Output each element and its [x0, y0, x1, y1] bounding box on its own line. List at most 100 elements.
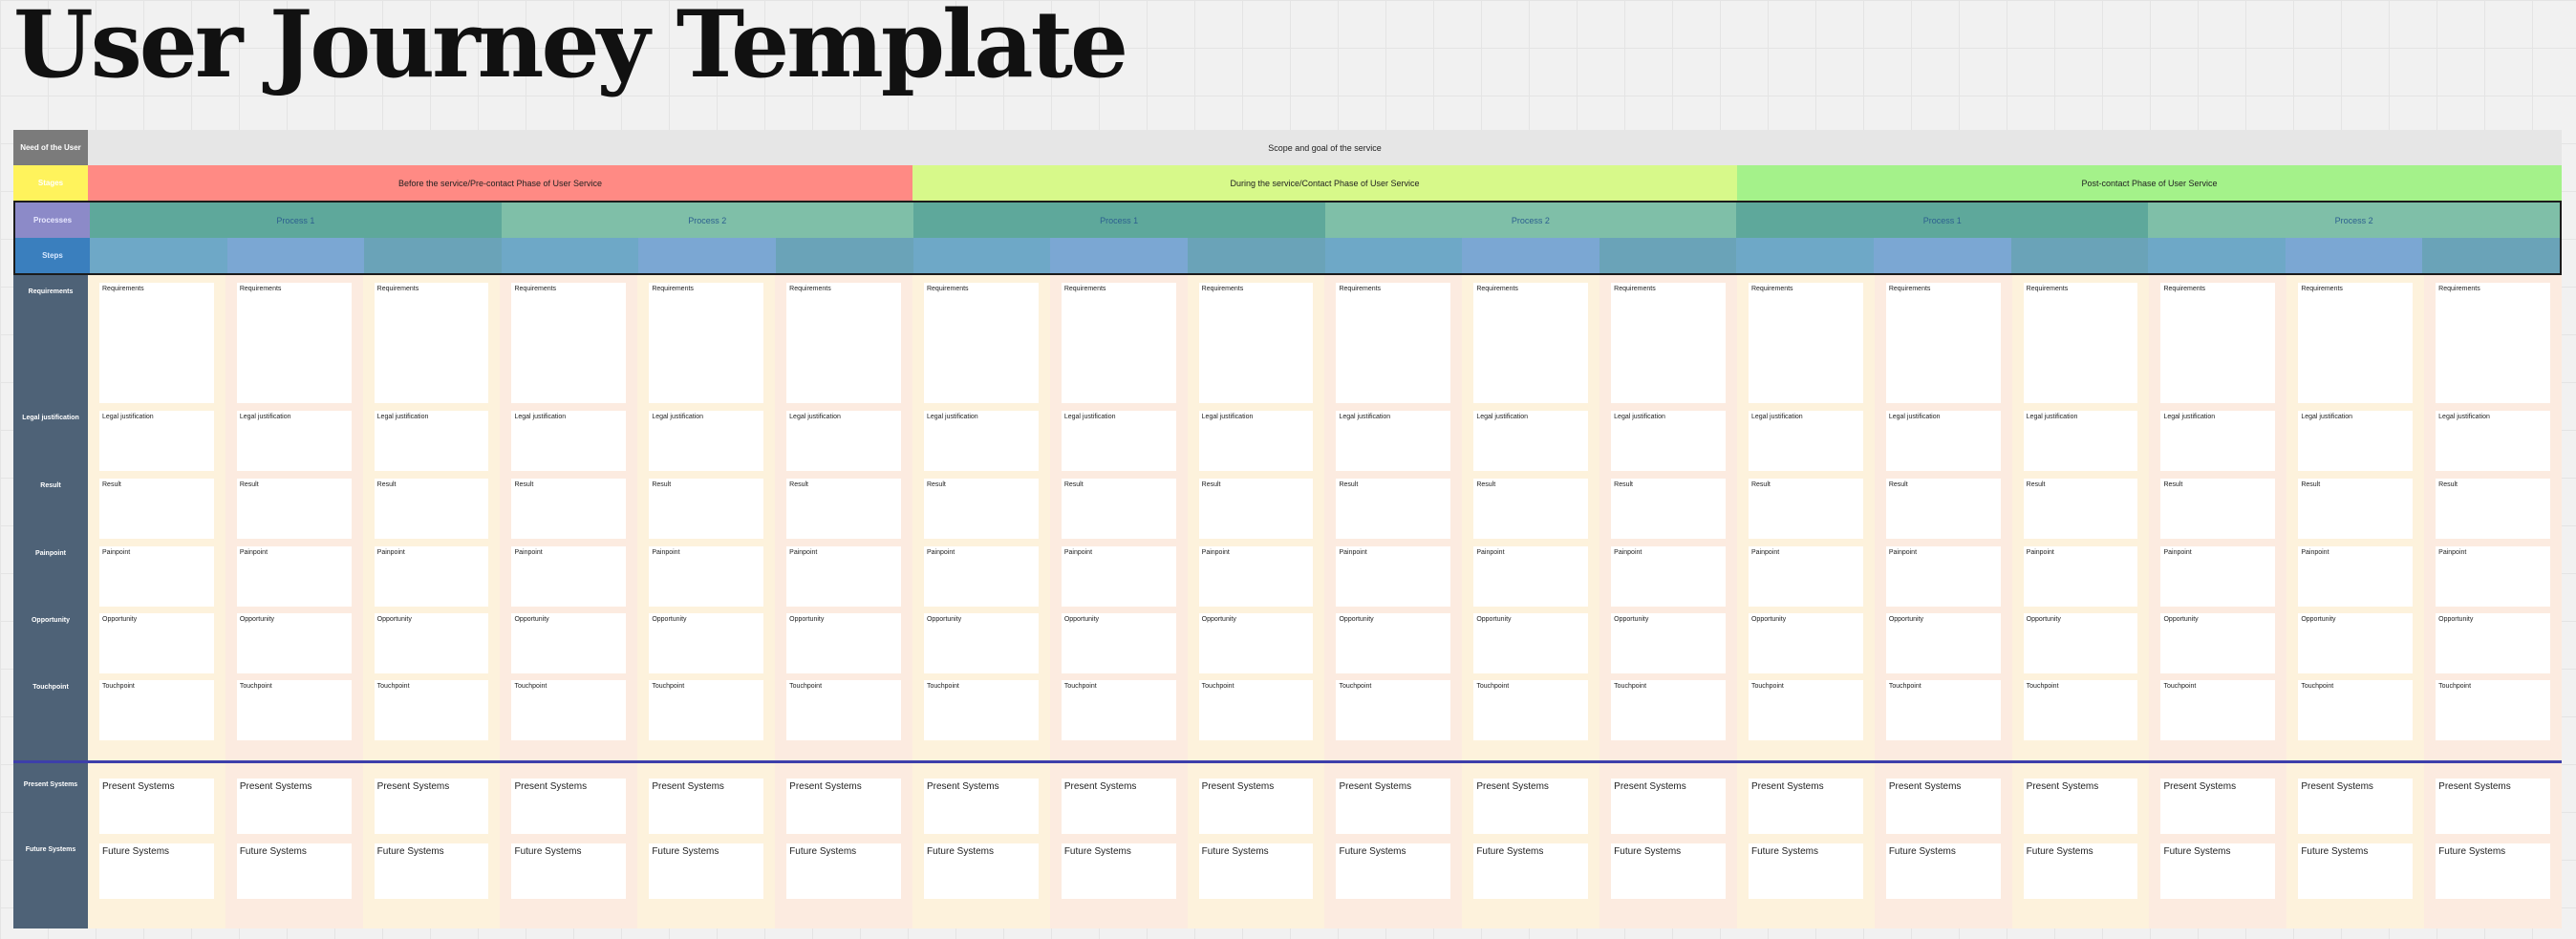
step-cell[interactable] [2010, 238, 2149, 273]
sticky-note[interactable]: Future Systems [2436, 843, 2550, 899]
sticky-note[interactable]: Requirements [786, 283, 901, 403]
sticky-note[interactable]: Painpoint [1473, 546, 1589, 607]
sticky-note[interactable]: Requirements [2160, 283, 2276, 403]
sticky-note[interactable]: Touchpoint [236, 680, 352, 740]
sticky-note[interactable]: Opportunity [1061, 613, 1176, 673]
sticky-note[interactable]: Painpoint [1611, 546, 1726, 607]
step-cell[interactable] [776, 238, 913, 273]
sticky-note[interactable]: Future Systems [99, 843, 214, 899]
sticky-note[interactable]: Painpoint [923, 546, 1039, 607]
sticky-note[interactable]: Future Systems [1885, 843, 2001, 899]
sticky-note[interactable]: Painpoint [2298, 546, 2414, 607]
sticky-note[interactable]: Result [2023, 479, 2138, 539]
step-cell[interactable] [1050, 238, 1188, 273]
sticky-note[interactable]: Requirements [1611, 283, 1726, 403]
sticky-note[interactable]: Opportunity [1748, 613, 1863, 673]
step-cell[interactable] [1187, 238, 1325, 273]
sticky-note[interactable]: Touchpoint [649, 680, 764, 740]
sticky-note[interactable]: Touchpoint [923, 680, 1039, 740]
sticky-note[interactable]: Future Systems [374, 843, 489, 899]
step-cell[interactable] [1324, 238, 1463, 273]
sticky-note[interactable]: Legal justification [649, 411, 764, 471]
stage-cell[interactable]: Post-contact Phase of User Service [1737, 165, 2562, 201]
sticky-note[interactable]: Requirements [1198, 283, 1314, 403]
sticky-note[interactable]: Present Systems [511, 779, 627, 834]
sticky-note[interactable]: Future Systems [786, 843, 901, 899]
sticky-note[interactable]: Future Systems [1473, 843, 1589, 899]
sticky-note[interactable]: Present Systems [2436, 779, 2550, 834]
sticky-note[interactable]: Requirements [2436, 283, 2550, 403]
sticky-note[interactable]: Result [1748, 479, 1863, 539]
step-cell[interactable] [2285, 238, 2423, 273]
sticky-note[interactable]: Future Systems [1336, 843, 1451, 899]
sticky-note[interactable]: Touchpoint [1885, 680, 2001, 740]
sticky-note[interactable]: Opportunity [649, 613, 764, 673]
sticky-note[interactable]: Result [1473, 479, 1589, 539]
sticky-note[interactable]: Present Systems [1611, 779, 1726, 834]
sticky-note[interactable]: Result [236, 479, 352, 539]
sticky-note[interactable]: Legal justification [2436, 411, 2550, 471]
sticky-note[interactable]: Painpoint [236, 546, 352, 607]
sticky-note[interactable]: Painpoint [1748, 546, 1863, 607]
sticky-note[interactable]: Legal justification [99, 411, 214, 471]
sticky-note[interactable]: Painpoint [1336, 546, 1451, 607]
sticky-note[interactable]: Opportunity [923, 613, 1039, 673]
sticky-note[interactable]: Painpoint [99, 546, 214, 607]
sticky-note[interactable]: Opportunity [786, 613, 901, 673]
sticky-note[interactable]: Opportunity [236, 613, 352, 673]
stage-cell[interactable]: Before the service/Pre-contact Phase of … [88, 165, 912, 201]
sticky-note[interactable]: Present Systems [2023, 779, 2138, 834]
sticky-note[interactable]: Painpoint [1885, 546, 2001, 607]
sticky-note[interactable]: Result [1611, 479, 1726, 539]
sticky-note[interactable]: Touchpoint [2298, 680, 2414, 740]
sticky-note[interactable]: Opportunity [2436, 613, 2550, 673]
step-cell[interactable] [912, 238, 1051, 273]
step-cell[interactable] [2148, 238, 2286, 273]
sticky-note[interactable]: Present Systems [374, 779, 489, 834]
sticky-note[interactable]: Requirements [511, 283, 627, 403]
sticky-note[interactable]: Future Systems [1748, 843, 1863, 899]
step-cell[interactable] [1736, 238, 1874, 273]
process-cell[interactable]: Process 1 [1736, 203, 2149, 238]
sticky-note[interactable]: Opportunity [511, 613, 627, 673]
sticky-note[interactable]: Painpoint [649, 546, 764, 607]
sticky-note[interactable]: Touchpoint [2023, 680, 2138, 740]
sticky-note[interactable]: Present Systems [1336, 779, 1451, 834]
step-cell[interactable] [226, 238, 365, 273]
step-cell[interactable] [364, 238, 502, 273]
sticky-note[interactable]: Present Systems [649, 779, 764, 834]
step-cell[interactable] [638, 238, 777, 273]
sticky-note[interactable]: Result [649, 479, 764, 539]
step-cell[interactable] [1873, 238, 2011, 273]
sticky-note[interactable]: Present Systems [236, 779, 352, 834]
process-cell[interactable]: Process 2 [501, 203, 913, 238]
sticky-note[interactable]: Painpoint [2023, 546, 2138, 607]
sticky-note[interactable]: Present Systems [786, 779, 901, 834]
sticky-note[interactable]: Legal justification [511, 411, 627, 471]
sticky-note[interactable]: Opportunity [2160, 613, 2276, 673]
sticky-note[interactable]: Touchpoint [1336, 680, 1451, 740]
sticky-note[interactable]: Present Systems [2160, 779, 2276, 834]
sticky-note[interactable]: Opportunity [2023, 613, 2138, 673]
sticky-note[interactable]: Result [1336, 479, 1451, 539]
sticky-note[interactable]: Requirements [236, 283, 352, 403]
need-scope-cell[interactable]: Scope and goal of the service [88, 130, 2562, 165]
sticky-note[interactable]: Legal justification [1061, 411, 1176, 471]
sticky-note[interactable]: Painpoint [374, 546, 489, 607]
sticky-note[interactable]: Painpoint [786, 546, 901, 607]
process-cell[interactable]: Process 1 [90, 203, 502, 238]
step-cell[interactable] [1599, 238, 1737, 273]
sticky-note[interactable]: Result [923, 479, 1039, 539]
sticky-note[interactable]: Opportunity [1611, 613, 1726, 673]
sticky-note[interactable]: Requirements [374, 283, 489, 403]
sticky-note[interactable]: Present Systems [1885, 779, 2001, 834]
step-cell[interactable] [501, 238, 639, 273]
sticky-note[interactable]: Future Systems [649, 843, 764, 899]
sticky-note[interactable]: Present Systems [1473, 779, 1589, 834]
sticky-note[interactable]: Legal justification [1198, 411, 1314, 471]
sticky-note[interactable]: Legal justification [1748, 411, 1863, 471]
sticky-note[interactable]: Result [2160, 479, 2276, 539]
sticky-note[interactable]: Legal justification [2023, 411, 2138, 471]
sticky-note[interactable]: Result [1061, 479, 1176, 539]
sticky-note[interactable]: Present Systems [99, 779, 214, 834]
